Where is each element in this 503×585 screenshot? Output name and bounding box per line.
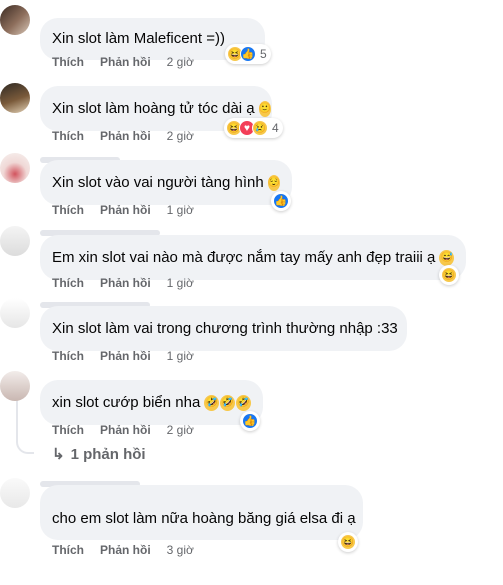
comment-actions: Thích Phản hồi 1 giờ <box>52 203 194 217</box>
view-replies-label: 1 phản hồi <box>70 445 146 463</box>
like-button[interactable]: Thích <box>52 55 84 69</box>
avatar[interactable] <box>0 226 30 256</box>
reaction-count: 5 <box>260 47 267 61</box>
comment-timestamp[interactable]: 1 giờ <box>167 349 194 363</box>
comment-text: xin slot cướp biển nha <box>52 393 201 411</box>
comment-actions: Thích Phản hồi 2 giờ <box>52 55 194 69</box>
rofl-emoji-icon: 🤣 <box>204 394 220 411</box>
reaction-summary[interactable]: 👍 <box>240 411 260 431</box>
reply-button[interactable]: Phản hồi <box>100 55 151 69</box>
reply-button[interactable]: Phản hồi <box>100 349 151 363</box>
reaction-summary[interactable]: 😆 <box>439 265 459 285</box>
reaction-summary[interactable]: 😆 ♥ 😢 4 <box>224 118 283 138</box>
comment-timestamp[interactable]: 2 giờ <box>167 55 194 69</box>
reply-button[interactable]: Phản hồi <box>100 276 151 290</box>
avatar[interactable] <box>0 371 30 401</box>
comment-bubble: xin slot cướp biển nha 🤣 🤣 🤣 <box>40 380 263 425</box>
reaction-summary[interactable]: 👍 <box>271 191 291 211</box>
comment-text: Em xin slot vai nào mà được nắm tay mấy … <box>52 248 436 266</box>
comment-actions: Thích Phản hồi 1 giờ <box>52 276 194 290</box>
like-reaction-icon: 👍 <box>242 413 258 429</box>
reaction-summary[interactable]: 😆 👍 5 <box>225 44 271 64</box>
comment-timestamp[interactable]: 2 giờ <box>167 423 194 437</box>
comment-timestamp[interactable]: 3 giờ <box>167 543 194 557</box>
reply-connector <box>16 438 34 454</box>
comment-actions: Thích Phản hồi 3 giờ <box>52 543 194 557</box>
like-reaction-icon: 👍 <box>273 193 289 209</box>
comment-timestamp[interactable]: 1 giờ <box>167 276 194 290</box>
haha-reaction-icon: 😆 <box>441 267 457 283</box>
like-button[interactable]: Thích <box>52 129 84 143</box>
comment-actions: Thích Phản hồi 1 giờ <box>52 349 194 363</box>
comment-timestamp[interactable]: 1 giờ <box>167 203 194 217</box>
avatar[interactable] <box>0 298 30 328</box>
avatar[interactable] <box>0 83 30 113</box>
reply-button[interactable]: Phản hồi <box>100 203 151 217</box>
reply-button[interactable]: Phản hồi <box>100 129 151 143</box>
comment-bubble: cho em slot làm nữa hoàng băng giá elsa … <box>40 485 363 540</box>
comment-actions: Thích Phản hồi 2 giờ <box>52 423 194 437</box>
haha-reaction-icon: 😆 <box>340 534 356 550</box>
comment-bubble: Xin slot làm vai trong chương trình thườ… <box>40 306 407 351</box>
comment-bubble: Xin slot vào vai người tàng hình 😌 <box>40 160 292 205</box>
like-button[interactable]: Thích <box>52 276 84 290</box>
view-replies-link[interactable]: ↳ 1 phản hồi <box>52 445 146 464</box>
avatar[interactable] <box>0 478 30 508</box>
reply-arrow-icon: ↳ <box>52 446 65 463</box>
like-reaction-icon: 👍 <box>240 46 256 62</box>
comment-actions: Thích Phản hồi 2 giờ <box>52 129 194 143</box>
rofl-emoji-icon: 🤣 <box>220 394 236 411</box>
comment-bubble: Em xin slot vai nào mà được nắm tay mấy … <box>40 235 466 280</box>
like-button[interactable]: Thích <box>52 543 84 557</box>
comment-timestamp[interactable]: 2 giờ <box>167 129 194 143</box>
rofl-emoji-icon: 🤣 <box>236 394 252 411</box>
slight-smile-emoji-icon: 🙂 <box>258 100 272 117</box>
avatar[interactable] <box>0 153 30 183</box>
like-button[interactable]: Thích <box>52 349 84 363</box>
sad-reaction-icon: 😢 <box>252 120 268 136</box>
comment-text: Xin slot làm hoàng tử tóc dài ạ <box>52 99 255 117</box>
comment-text: Xin slot làm Maleficent =)) <box>52 30 225 47</box>
like-button[interactable]: Thích <box>52 203 84 217</box>
avatar[interactable] <box>0 5 30 35</box>
reply-button[interactable]: Phản hồi <box>100 423 151 437</box>
comment-text: Xin slot làm vai trong chương trình thườ… <box>52 319 398 337</box>
comment-text: cho em slot làm nữa hoàng băng giá elsa … <box>52 510 356 527</box>
reaction-summary[interactable]: 😆 <box>338 532 358 552</box>
reply-button[interactable]: Phản hồi <box>100 543 151 557</box>
like-button[interactable]: Thích <box>52 423 84 437</box>
reaction-count: 4 <box>272 121 279 135</box>
grinning-sweat-emoji-icon: 😅 <box>439 249 454 266</box>
comment-text: Xin slot vào vai người tàng hình <box>52 173 264 191</box>
relieved-emoji-icon: 😌 <box>267 174 281 191</box>
